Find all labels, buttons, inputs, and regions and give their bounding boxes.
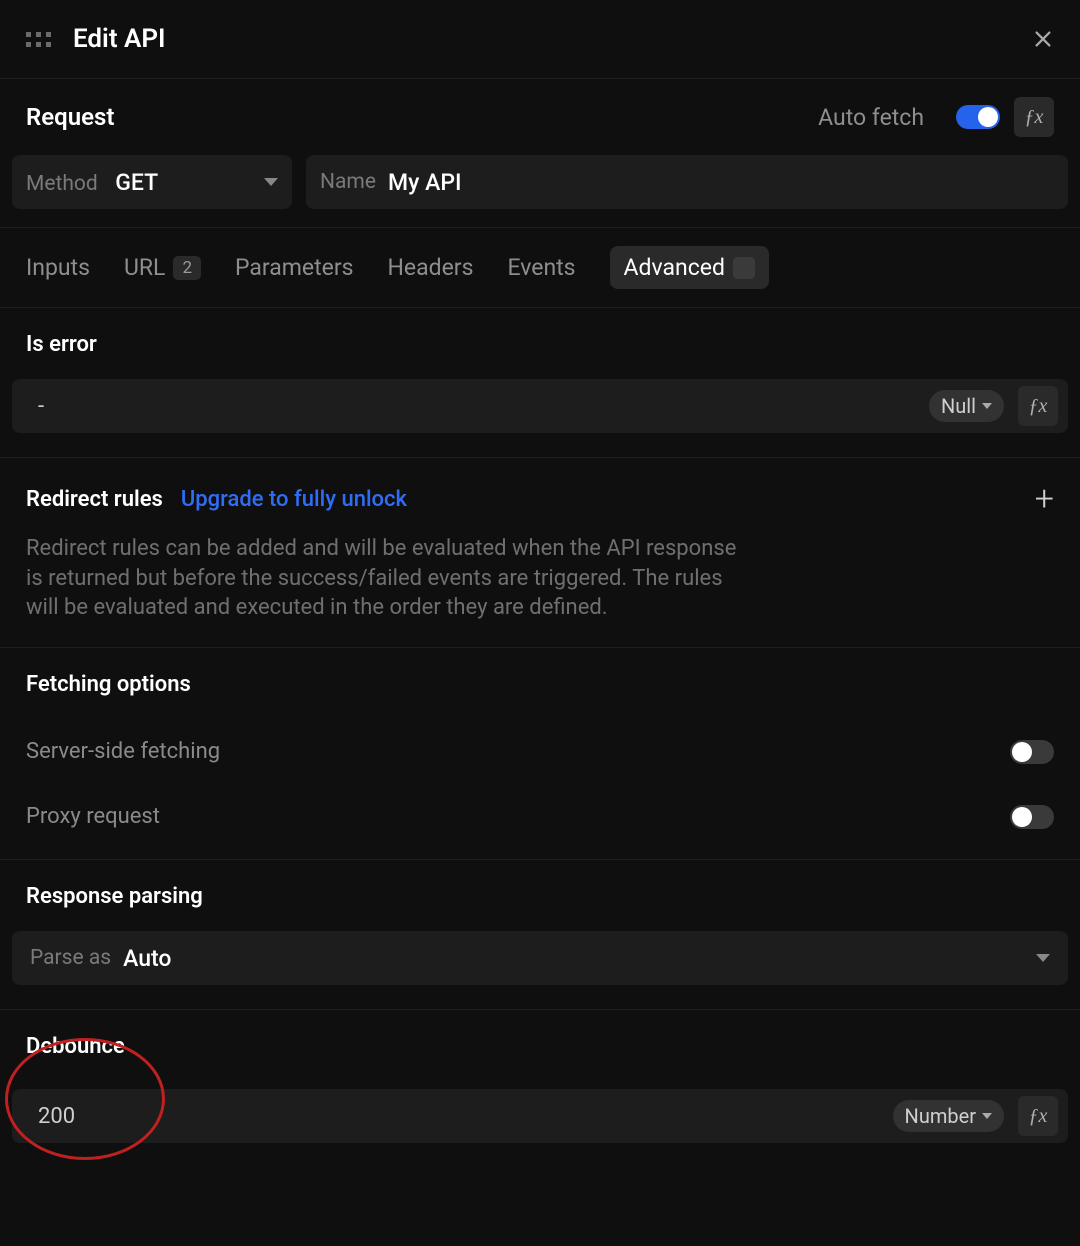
tab-url[interactable]: URL 2 xyxy=(124,246,201,289)
auto-fetch-toggle[interactable] xyxy=(956,105,1000,129)
auto-fetch-fx-button[interactable]: ƒx xyxy=(1014,97,1054,137)
debounce-fx-button[interactable]: ƒx xyxy=(1018,1096,1058,1136)
is-error-type-select[interactable]: Null xyxy=(929,390,1004,422)
name-field[interactable]: Name My API xyxy=(306,155,1068,209)
modal-title: Edit API xyxy=(73,24,1032,54)
chevron-down-icon xyxy=(1036,954,1050,962)
fetching-options-section: Fetching options Server-side fetching Pr… xyxy=(0,648,1080,860)
is-error-title: Is error xyxy=(26,332,1054,357)
advanced-badge xyxy=(733,257,755,279)
tab-headers[interactable]: Headers xyxy=(388,246,474,289)
chevron-down-icon xyxy=(264,178,278,186)
method-select[interactable]: Method GET xyxy=(12,155,292,209)
redirect-title: Redirect rules xyxy=(26,487,163,512)
redirect-rules-section: Redirect rules Upgrade to fully unlock +… xyxy=(0,458,1080,648)
debounce-value: 200 xyxy=(38,1104,893,1129)
request-section-header: Request Auto fetch ƒx xyxy=(0,79,1080,155)
is-error-fx-button[interactable]: ƒx xyxy=(1018,386,1058,426)
is-error-section: Is error - Null ƒx xyxy=(0,308,1080,458)
name-value: My API xyxy=(388,169,462,196)
fetching-title: Fetching options xyxy=(26,672,1054,697)
parse-as-label: Parse as xyxy=(30,946,111,970)
method-label: Method xyxy=(26,172,98,196)
proxy-toggle[interactable] xyxy=(1010,805,1054,829)
request-title: Request xyxy=(26,103,818,131)
upgrade-link[interactable]: Upgrade to fully unlock xyxy=(181,487,407,512)
modal-header: Edit API xyxy=(0,0,1080,79)
debounce-section: Debounce 200 Number ƒx xyxy=(0,1010,1080,1167)
debounce-type-select[interactable]: Number xyxy=(893,1100,1004,1132)
tab-events[interactable]: Events xyxy=(507,246,575,289)
response-parsing-title: Response parsing xyxy=(26,884,1054,909)
server-side-toggle[interactable] xyxy=(1010,740,1054,764)
debounce-title: Debounce xyxy=(26,1034,1054,1059)
tab-parameters[interactable]: Parameters xyxy=(235,246,354,289)
server-side-label: Server-side fetching xyxy=(26,739,1010,764)
is-error-value: - xyxy=(38,394,929,419)
chevron-down-icon xyxy=(982,403,992,409)
name-label: Name xyxy=(320,170,376,194)
tab-advanced[interactable]: Advanced xyxy=(610,246,769,289)
parse-as-value: Auto xyxy=(123,945,1036,972)
close-button[interactable] xyxy=(1032,28,1054,50)
close-icon xyxy=(1032,28,1054,50)
parse-as-select[interactable]: Parse as Auto xyxy=(12,931,1068,985)
response-parsing-section: Response parsing Parse as Auto xyxy=(0,860,1080,1010)
drag-handle-icon[interactable] xyxy=(26,32,51,47)
debounce-input[interactable]: 200 Number ƒx xyxy=(12,1089,1068,1143)
redirect-description: Redirect rules can be added and will be … xyxy=(26,534,746,623)
add-redirect-button[interactable]: + xyxy=(1035,482,1054,516)
auto-fetch-label: Auto fetch xyxy=(818,104,924,131)
url-count-badge: 2 xyxy=(173,256,201,280)
method-value: GET xyxy=(115,169,158,196)
proxy-label: Proxy request xyxy=(26,804,1010,829)
tabs-bar: Inputs URL 2 Parameters Headers Events A… xyxy=(0,227,1080,308)
chevron-down-icon xyxy=(982,1113,992,1119)
is-error-input[interactable]: - Null ƒx xyxy=(12,379,1068,433)
tab-inputs[interactable]: Inputs xyxy=(26,246,90,289)
